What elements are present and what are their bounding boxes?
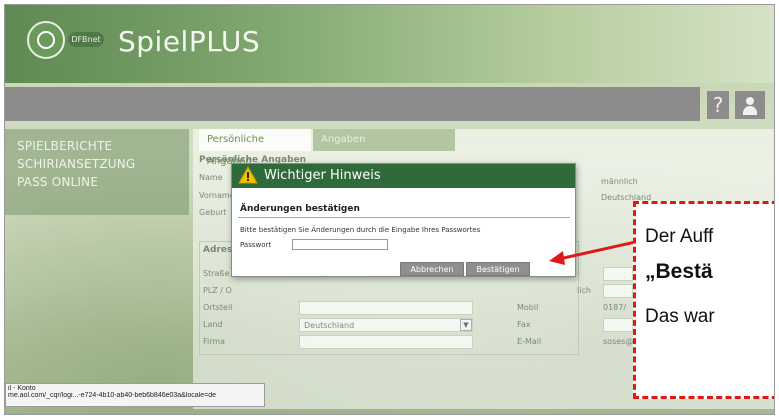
vorname-label: Vorname	[199, 191, 235, 200]
warning-icon	[238, 166, 258, 184]
address-section-title: Adres	[203, 245, 233, 255]
strasse-label: Straße	[203, 269, 230, 278]
annotation-callout: Der Auff „Bestä Das war	[633, 201, 774, 399]
status-tooltip-line2: me.aol.com/_cqr/logi...-e724-4b10-ab40-b…	[8, 392, 217, 399]
land-label: Land	[203, 320, 223, 329]
email-value: soses@	[603, 337, 634, 346]
lich-fragment: lich	[577, 286, 591, 295]
dialog-instruction: Bitte bestätigen Sie Änderungen durch di…	[240, 226, 481, 234]
callout-line3: Das war	[645, 306, 715, 327]
tab-adressverzeichnis[interactable]: Angaben Adressverzeichnis	[313, 129, 455, 167]
callout-line2: „Bestä	[645, 260, 713, 283]
mobil-label: Mobil	[517, 303, 539, 312]
sidebar-item-pass-online[interactable]: PASS ONLINE	[17, 175, 98, 189]
sidebar-item-schiriansetzung[interactable]: SCHIRIANSETZUNG	[17, 157, 135, 171]
geburt-label: Geburt	[199, 208, 227, 217]
annotation-arrow-icon	[549, 239, 641, 265]
chevron-down-icon[interactable]: ▼	[460, 319, 472, 331]
sidebar: SPIELBERICHTE SCHIRIANSETZUNG PASS ONLIN…	[5, 129, 189, 215]
dialog-heading: Änderungen bestätigen	[240, 204, 360, 214]
user-icon[interactable]	[735, 91, 765, 119]
sidebar-item-spielberichte[interactable]: SPIELBERICHTE	[17, 139, 112, 153]
dialog-title: Wichtiger Hinweis	[264, 168, 381, 183]
status-tooltip-line1: il - Konto	[8, 385, 36, 392]
dialog-titlebar: Wichtiger Hinweis	[232, 164, 575, 188]
gender-value: männlich	[601, 177, 638, 186]
land-select-value: Deutschland	[304, 321, 355, 330]
dfbnet-badge: DFBnet	[68, 32, 104, 47]
email-label: E-Mail	[517, 337, 542, 346]
plz-label: PLZ / O	[203, 286, 232, 295]
dialog-divider	[238, 217, 570, 218]
password-label: Passwort	[240, 241, 272, 249]
help-icon[interactable]: ?	[707, 91, 729, 119]
password-input[interactable]	[292, 239, 388, 250]
confirm-dialog: Wichtiger Hinweis Änderungen bestätigen …	[231, 163, 576, 277]
callout-line1: Der Auff	[645, 226, 714, 247]
mobil-value: 0187/	[603, 303, 627, 312]
right-field-2[interactable]	[603, 284, 633, 298]
app-title: SpielPLUS	[118, 25, 261, 58]
name-label: Name	[199, 173, 223, 182]
ortsteil-label: Ortsteil	[203, 303, 233, 312]
url-status-tooltip: il - Konto me.aol.com/_cqr/logi...-e724-…	[5, 383, 265, 407]
toolbar	[5, 87, 700, 121]
fax-label: Fax	[517, 320, 531, 329]
firma-label: Firma	[203, 337, 226, 346]
dfb-logo-icon[interactable]	[27, 21, 65, 59]
tab-persoenliche-angaben[interactable]: Persönliche Angaben	[199, 129, 311, 167]
ortsteil-field[interactable]	[299, 301, 473, 315]
app-header: DFBnet SpielPLUS	[5, 5, 774, 83]
fax-field[interactable]	[603, 318, 633, 332]
firma-field[interactable]	[299, 335, 473, 349]
screenshot-frame: DFBnet SpielPLUS ? SPIELBERICHTE SCHIRIA…	[4, 4, 775, 415]
cancel-button[interactable]: Abbrechen	[400, 262, 464, 276]
confirm-button[interactable]: Bestätigen	[466, 262, 530, 276]
